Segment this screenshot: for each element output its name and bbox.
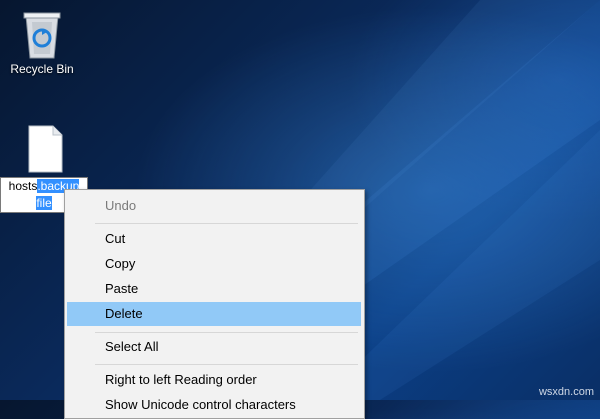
filename-selected-part-2: file: [36, 196, 52, 210]
watermark: wsxdn.com: [538, 386, 594, 398]
file-shortcut[interactable]: [0, 124, 90, 174]
menu-item-paste[interactable]: Paste: [67, 277, 361, 301]
recycle-bin-label: Recycle Bin: [10, 62, 74, 76]
menu-item-show-unicode[interactable]: Show Unicode control characters: [67, 393, 361, 417]
menu-item-undo[interactable]: Undo: [67, 194, 361, 218]
menu-separator: [95, 332, 358, 333]
context-menu: Undo Cut Copy Paste Delete Select All Ri…: [64, 189, 365, 419]
menu-separator: [95, 364, 358, 365]
menu-item-delete[interactable]: Delete: [67, 302, 361, 326]
filename-unselected: hosts: [8, 179, 38, 193]
blank-file-icon: [28, 125, 63, 173]
recycle-bin-shortcut[interactable]: Recycle Bin: [6, 8, 78, 76]
menu-item-rtl-reading-order[interactable]: Right to left Reading order: [67, 368, 361, 392]
menu-item-select-all[interactable]: Select All: [67, 335, 361, 359]
menu-item-copy[interactable]: Copy: [67, 252, 361, 276]
recycle-bin-icon: [23, 12, 61, 59]
menu-separator: [95, 223, 358, 224]
menu-item-cut[interactable]: Cut: [67, 227, 361, 251]
